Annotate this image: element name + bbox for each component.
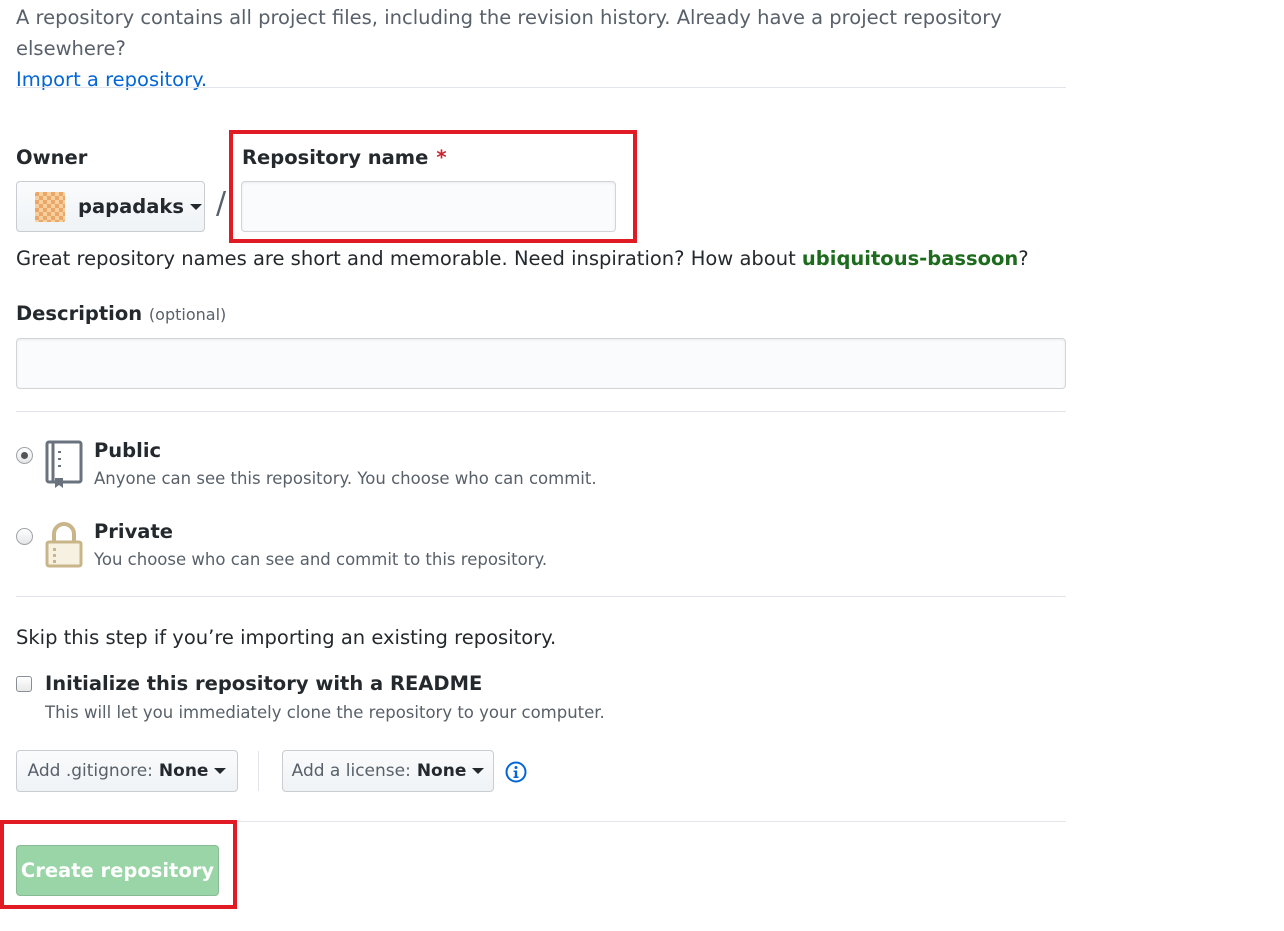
name-suggestion[interactable]: ubiquitous-bassoon bbox=[802, 247, 1018, 270]
description-label: Description (optional) bbox=[16, 302, 226, 325]
gitignore-dropdown[interactable]: Add .gitignore: None bbox=[16, 750, 238, 792]
public-radio[interactable] bbox=[16, 447, 33, 464]
license-dropdown[interactable]: Add a license: None bbox=[282, 750, 494, 792]
divider bbox=[16, 87, 1066, 88]
info-icon[interactable] bbox=[505, 761, 527, 787]
repository-name-hint: Great repository names are short and mem… bbox=[16, 247, 1029, 270]
license-value: None bbox=[416, 761, 467, 781]
caret-down-icon bbox=[189, 203, 202, 210]
gitignore-value: None bbox=[158, 761, 209, 781]
highlight-box-repository-name bbox=[229, 130, 637, 243]
private-title: Private bbox=[94, 520, 174, 543]
owner-name: papadaks bbox=[78, 195, 184, 218]
optional-note: (optional) bbox=[148, 305, 227, 324]
description-input[interactable] bbox=[16, 338, 1066, 389]
caret-down-icon bbox=[214, 768, 227, 774]
hint-prefix: Great repository names are short and mem… bbox=[16, 247, 802, 270]
repo-book-icon bbox=[44, 440, 84, 494]
divider bbox=[16, 411, 1066, 412]
caret-down-icon bbox=[472, 768, 485, 774]
license-label: Add a license: bbox=[291, 761, 411, 781]
intro-text: A repository contains all project files,… bbox=[16, 2, 1076, 95]
owner-label: Owner bbox=[16, 146, 88, 169]
divider bbox=[16, 596, 1066, 597]
private-description: You choose who can see and commit to thi… bbox=[94, 550, 548, 569]
button-separator bbox=[258, 751, 259, 791]
skip-step-note: Skip this step if you’re importing an ex… bbox=[16, 626, 557, 649]
gitignore-label: Add .gitignore: bbox=[27, 761, 153, 781]
owner-repo-separator: / bbox=[216, 186, 227, 221]
readme-label[interactable]: Initialize this repository with a README bbox=[45, 672, 482, 695]
public-description: Anyone can see this repository. You choo… bbox=[94, 469, 597, 488]
public-title: Public bbox=[94, 439, 162, 462]
private-radio[interactable] bbox=[16, 528, 33, 545]
intro-description: A repository contains all project files,… bbox=[16, 6, 1002, 60]
highlight-box-create-button bbox=[0, 820, 237, 909]
hint-suffix: ? bbox=[1018, 247, 1029, 270]
readme-checkbox[interactable] bbox=[16, 676, 32, 692]
readme-description: This will let you immediately clone the … bbox=[45, 703, 605, 722]
description-label-text: Description bbox=[16, 302, 143, 325]
lock-icon bbox=[44, 520, 84, 574]
owner-dropdown[interactable]: papadaks bbox=[16, 181, 205, 232]
avatar bbox=[35, 191, 65, 222]
